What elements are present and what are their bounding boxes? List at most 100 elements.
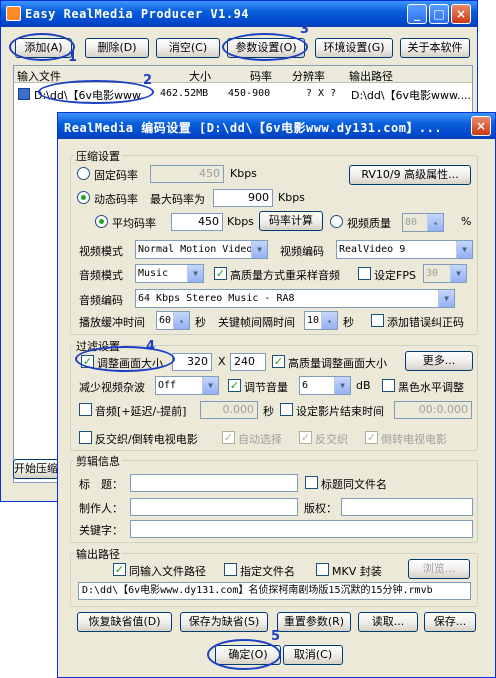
clip-title-input[interactable] [130, 474, 298, 492]
height-input[interactable]: 240 [230, 353, 266, 371]
row-output: D:\dd\【6v电影www.... [351, 89, 472, 102]
deinterlace-checkbox[interactable] [79, 431, 92, 444]
sec-label-3: 秒 [263, 405, 274, 418]
col-input-file[interactable]: 输入文件 [17, 68, 61, 84]
max-rate-input[interactable]: 900 [213, 189, 273, 207]
compress-group-title: 压缩设置 [74, 148, 122, 164]
output-path-input[interactable]: D:\dd\【6v电影www.dy131.com】名侦探柯南剧场版15沉默的15… [78, 582, 471, 600]
col-size[interactable]: 大小 [189, 68, 211, 84]
end-time-input[interactable]: 00:0.000 [394, 401, 472, 419]
audio-delay-checkbox[interactable] [79, 403, 92, 416]
close-icon[interactable]: × [451, 4, 471, 24]
audio-mode-label: 音频模式 [79, 269, 123, 282]
output-group-title: 输出路径 [74, 546, 122, 562]
start-compress-button[interactable]: 开始压缩 [13, 459, 59, 479]
col-resolution[interactable]: 分辨率 [292, 68, 325, 84]
restore-default-button[interactable]: 恢复缺省值(D) [77, 612, 172, 632]
cancel-button[interactable]: 取消(C) [283, 645, 343, 665]
calc-bitrate-button[interactable]: 码率计算 [259, 211, 323, 231]
buffer-spinner[interactable]: 60 ▴ [156, 311, 190, 330]
author-input[interactable] [130, 498, 298, 516]
minimize-icon[interactable]: _ [407, 4, 427, 24]
about-button[interactable]: 关于本软件 [400, 38, 470, 58]
video-quality-combo[interactable]: 80 ▴ [402, 213, 444, 232]
auto-select-checkbox[interactable]: ✓ [222, 431, 235, 444]
chevron-down-icon: ▼ [251, 241, 267, 258]
row-resolution: ? X ? [306, 88, 337, 99]
more-button[interactable]: 更多... [405, 351, 473, 371]
deint-checkbox[interactable]: ✓ [299, 431, 312, 444]
col-output[interactable]: 输出路径 [349, 68, 393, 84]
fps-combo[interactable]: 30 ▼ [423, 264, 467, 283]
avg-kbps-label: Kbps [227, 215, 254, 228]
callout-2: 2 [143, 73, 153, 88]
audio-mode-select[interactable]: Music ▼ [135, 264, 204, 283]
hq-resize-checkbox[interactable]: ✓ [272, 355, 285, 368]
dialog-close-icon[interactable]: × [471, 116, 491, 136]
video-quality-radio[interactable] [330, 215, 343, 228]
inverse-tc-checkbox[interactable]: ✓ [365, 431, 378, 444]
set-fps-label: 设定FPS [374, 269, 416, 282]
specify-name-label: 指定文件名 [240, 565, 295, 578]
callout-ring-2 [38, 80, 154, 104]
video-mode-select[interactable]: Normal Motion Video ▼ [135, 240, 268, 259]
deint-label: 反交织 [315, 433, 348, 446]
bw-level-checkbox[interactable] [382, 379, 395, 392]
keyframe-spinner[interactable]: 10 ▴ [304, 311, 338, 330]
sec-label-2: 秒 [343, 316, 354, 329]
audio-codec-select[interactable]: 64 Kbps Stereo Music - RA8 ▼ [135, 289, 455, 308]
delete-button[interactable]: 删除(D) [85, 38, 149, 58]
copyright-input[interactable] [341, 498, 473, 516]
volume-checkbox[interactable]: ✓ [228, 379, 241, 392]
volume-label: 调节音量 [244, 381, 288, 394]
avg-rate-input[interactable]: 450 [171, 213, 223, 231]
video-codec-select[interactable]: RealVideo 9 ▼ [336, 240, 473, 259]
video-quality-value: 80 [405, 217, 418, 228]
chevron-down-icon: ▼ [438, 290, 454, 307]
maximize-icon[interactable]: □ [429, 4, 449, 24]
width-input[interactable]: 320 [172, 353, 212, 371]
specify-name-checkbox[interactable] [224, 563, 237, 576]
rv-advanced-button[interactable]: RV10/9 高级属性... [349, 165, 471, 185]
chevron-down-icon: ▼ [450, 265, 466, 282]
set-fps-checkbox[interactable] [358, 267, 371, 280]
noise-label: 减少视频杂波 [79, 381, 145, 394]
dynamic-rate-radio[interactable] [77, 191, 90, 204]
noise-select[interactable]: Off ▼ [155, 376, 219, 395]
fixed-kbps-label: Kbps [230, 167, 257, 180]
reset-params-button[interactable]: 重置参数(R) [277, 612, 351, 632]
same-name-checkbox[interactable] [305, 476, 318, 489]
save-button[interactable]: 保存... [424, 612, 476, 632]
browse-button[interactable]: 浏览... [408, 559, 470, 579]
same-path-checkbox[interactable]: ✓ [113, 563, 126, 576]
row-size: 462.52MB [160, 88, 209, 99]
fixed-rate-radio[interactable] [77, 167, 90, 180]
callout-3: 3 [300, 22, 310, 37]
app-icon [6, 6, 21, 21]
row-bitrate: 450-900 [228, 88, 271, 99]
author-label: 制作人： [79, 502, 123, 515]
end-time-checkbox[interactable] [280, 403, 293, 416]
avg-rate-radio[interactable] [95, 215, 108, 228]
error-corr-label: 添加错误纠正码 [387, 316, 464, 329]
buffer-value: 60 [159, 315, 172, 326]
keywords-input[interactable] [130, 520, 473, 538]
read-button[interactable]: 读取... [358, 612, 418, 632]
hq-resample-checkbox[interactable]: ✓ [214, 267, 227, 280]
dynamic-rate-label: 动态码率 [94, 193, 138, 206]
file-icon [18, 88, 30, 100]
col-bitrate[interactable]: 码率 [250, 68, 272, 84]
spin-icon: ▴ [427, 214, 443, 231]
error-corr-checkbox[interactable] [371, 314, 384, 327]
volume-select[interactable]: 6 ▼ [299, 376, 351, 395]
max-kbps-label: Kbps [278, 191, 305, 204]
mkv-label: MKV 封装 [332, 565, 382, 578]
mkv-checkbox[interactable] [316, 563, 329, 576]
db-label: dB [356, 379, 371, 392]
clear-button[interactable]: 消空(C) [156, 38, 220, 58]
env-settings-button[interactable]: 环境设置(G) [315, 38, 393, 58]
audio-delay-input[interactable]: 0.000 [200, 401, 258, 419]
hq-resample-label: 高质量方式重采样音频 [230, 269, 340, 282]
fixed-rate-input[interactable]: 450 [150, 165, 224, 183]
save-default-button[interactable]: 保存为缺省(S) [180, 612, 268, 632]
